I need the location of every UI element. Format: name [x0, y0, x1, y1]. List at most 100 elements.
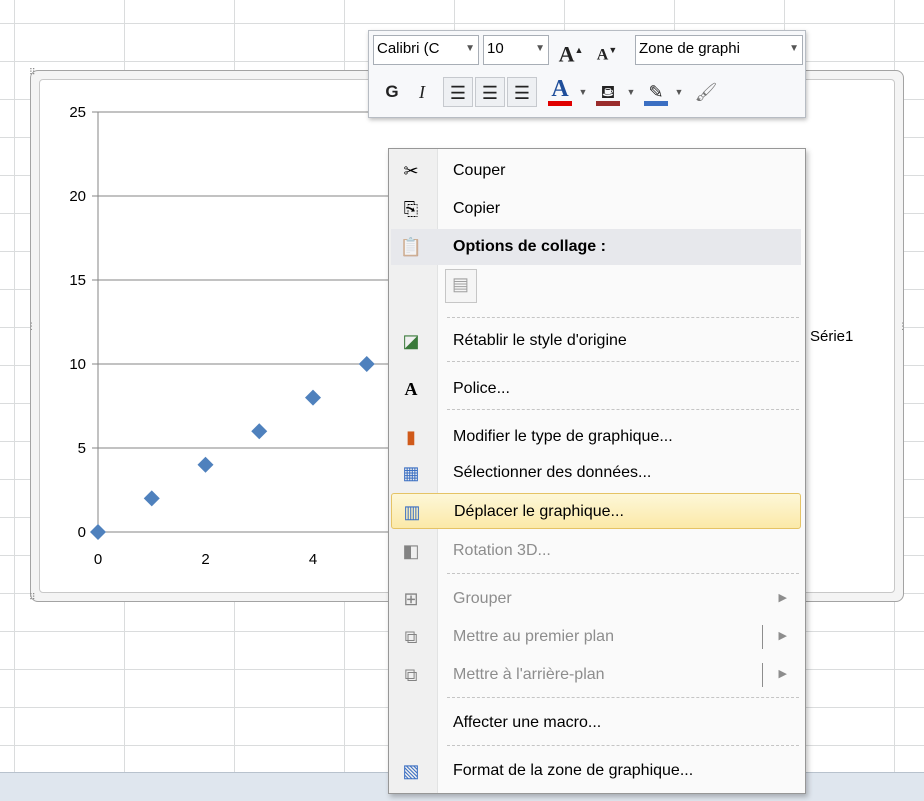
paste-option-button[interactable]: ▤ [445, 269, 477, 303]
menu-item-label: Sélectionner des données... [453, 464, 652, 481]
menu-item-select-data[interactable]: ▦ Sélectionner des données... [391, 455, 801, 491]
submenu-arrow-icon: ▶ [778, 630, 787, 642]
shrink-font-button[interactable]: A▼ [593, 35, 621, 65]
menu-item-label: Format de la zone de graphique... [453, 762, 694, 779]
shrink-font-icon: A [596, 46, 609, 64]
menu-item-label: Modifier le type de graphique... [453, 428, 673, 445]
menu-item-label: Grouper [453, 590, 512, 607]
paste-icon: 📋 [399, 236, 423, 257]
copy-icon: ⎘ [403, 198, 419, 219]
outline-color-button[interactable]: ✎ [641, 77, 671, 107]
menu-separator [447, 745, 799, 746]
menu-item-label: Couper [453, 162, 506, 179]
split-divider [762, 625, 763, 649]
bold-icon: G [385, 82, 399, 101]
menu-header-paste-options: 📋 Options de collage : [391, 229, 801, 265]
align-right-button[interactable]: ☰ [507, 77, 537, 107]
split-divider [762, 663, 763, 687]
menu-item-assign-macro[interactable]: Affecter une macro... [391, 705, 801, 741]
data-point[interactable] [251, 423, 268, 440]
menu-item-copier[interactable]: ⎘ Copier [391, 191, 801, 227]
menu-item-format-chart-area[interactable]: ▧ Format de la zone de graphique... [391, 753, 801, 789]
send-backward-icon: ⧉ [404, 664, 418, 685]
bold-button[interactable]: G [379, 77, 405, 107]
legend-entry[interactable]: Série1 [810, 328, 853, 345]
mini-toolbar: Calibri (C ▼ 10 ▼ A▲ A▼ Zone de graphi ▼… [368, 30, 806, 118]
font-color-button[interactable]: A [545, 77, 575, 107]
menu-item-rotation-3d[interactable]: ◧ Rotation 3D... [391, 533, 801, 569]
menu-item-send-backward[interactable]: ⧉ Mettre à l'arrière-plan ▶ [391, 657, 801, 693]
y-tick-label: 20 [69, 188, 86, 205]
outline-color-swatch [644, 101, 668, 106]
format-painter-button[interactable]: 🖌 [691, 77, 721, 107]
move-chart-icon: ▥ [403, 501, 421, 522]
menu-item-label: Déplacer le graphique... [454, 503, 624, 520]
x-tick-label: 0 [94, 551, 102, 568]
align-center-button[interactable]: ☰ [475, 77, 505, 107]
font-icon: A [404, 378, 418, 399]
y-tick-label: 5 [78, 440, 86, 457]
x-tick-label: 4 [309, 551, 317, 568]
data-point[interactable] [90, 524, 106, 540]
scissors-icon: ✂ [403, 160, 419, 181]
menu-item-reset-style[interactable]: ◪ Rétablir le style d'origine [391, 323, 801, 359]
data-point[interactable] [358, 356, 375, 372]
menu-item-label: Affecter une macro... [453, 714, 602, 731]
font-color-icon: A [551, 76, 569, 102]
align-left-button[interactable]: ☰ [443, 77, 473, 107]
menu-separator [447, 697, 799, 698]
menu-item-change-chart-type[interactable]: ▮ Modifier le type de graphique... [391, 419, 801, 455]
font-size-value: 10 [487, 40, 504, 57]
data-point[interactable] [197, 456, 214, 473]
grow-font-button[interactable]: A▲ [557, 35, 585, 66]
y-tick-label: 15 [69, 272, 86, 289]
plot-area[interactable]: 0 5 10 15 20 25 0 2 4 [30, 70, 390, 590]
menu-item-label: Mettre au premier plan [453, 628, 614, 645]
font-name-combo[interactable]: Calibri (C ▼ [373, 35, 479, 65]
menu-item-label: Rotation 3D... [453, 542, 551, 559]
data-point[interactable] [143, 490, 160, 507]
align-center-icon: ☰ [481, 83, 499, 103]
menu-item-couper[interactable]: ✂ Couper [391, 153, 801, 189]
menu-separator [447, 573, 799, 574]
italic-button[interactable]: I [409, 77, 435, 107]
submenu-arrow-icon: ▶ [778, 668, 787, 680]
rotation-3d-icon: ◧ [402, 540, 420, 561]
x-tick-label: 2 [201, 551, 209, 568]
chevron-down-icon[interactable]: ▼ [625, 77, 637, 107]
paint-bucket-icon: ⛾ [600, 82, 616, 102]
menu-item-police[interactable]: A Police... [391, 371, 801, 407]
fill-color-button[interactable]: ⛾ [593, 77, 623, 107]
y-tick-label: 0 [78, 524, 86, 541]
menu-separator [447, 361, 799, 362]
bring-forward-icon: ⧉ [404, 626, 418, 647]
font-size-combo[interactable]: 10 ▼ [483, 35, 549, 65]
menu-item-label: Mettre à l'arrière-plan [453, 666, 605, 683]
chevron-down-icon[interactable]: ▼ [577, 77, 589, 107]
group-icon: ⊞ [403, 588, 419, 609]
menu-item-label: Police... [453, 380, 510, 397]
font-color-swatch [548, 101, 572, 106]
font-name-value: Calibri (C [377, 40, 440, 57]
chart-type-icon: ▮ [406, 426, 416, 447]
chevron-down-icon: ▼ [465, 43, 475, 54]
menu-item-move-chart[interactable]: ▥ Déplacer le graphique... [391, 493, 801, 529]
menu-separator [447, 317, 799, 318]
italic-icon: I [419, 82, 425, 102]
align-left-icon: ☰ [449, 83, 467, 103]
reset-style-icon: ◪ [402, 330, 420, 351]
menu-item-bring-forward[interactable]: ⧉ Mettre au premier plan ▶ [391, 619, 801, 655]
resize-handle-bottom-left[interactable]: ⠿ [29, 594, 36, 603]
data-point[interactable] [305, 389, 321, 406]
chevron-down-icon[interactable]: ▼ [673, 77, 685, 107]
y-tick-label: 10 [69, 356, 86, 373]
menu-item-grouper[interactable]: ⊞ Grouper ▶ [391, 581, 801, 617]
chart-element-selector[interactable]: Zone de graphi ▼ [635, 35, 803, 65]
resize-handle-right[interactable]: ⋮ [898, 323, 907, 332]
submenu-arrow-icon: ▶ [778, 592, 787, 604]
fill-color-swatch [596, 101, 620, 106]
clipboard-icon: ▤ [452, 274, 470, 294]
chevron-down-icon: ▼ [789, 43, 799, 54]
pencil-icon: ✎ [648, 82, 664, 102]
menu-separator [447, 409, 799, 410]
